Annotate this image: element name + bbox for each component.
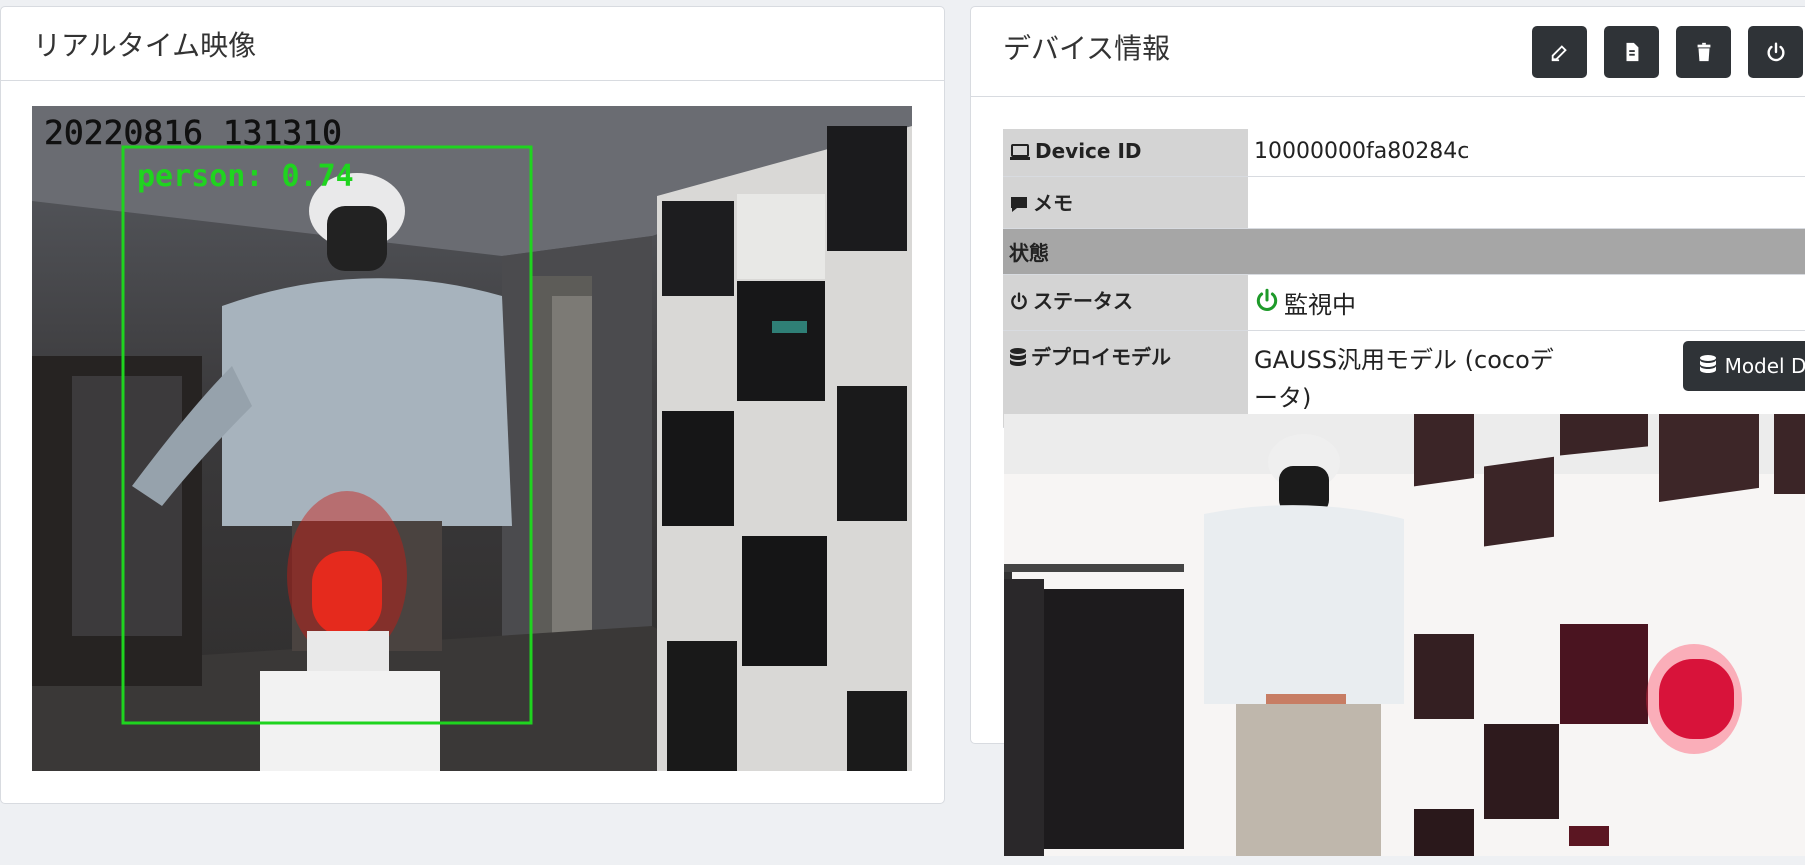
row-status: ステータス 監視中 — [1003, 274, 1805, 331]
header-actions — [1532, 26, 1803, 78]
detection-label: person: 0.74 — [137, 159, 354, 194]
realtime-video-feed: 20220816 131310 person: 0.74 — [32, 106, 912, 771]
model-label: デプロイモデル — [1031, 345, 1171, 369]
row-memo: メモ — [1003, 176, 1805, 229]
database-icon — [1009, 347, 1027, 372]
edit-icon — [1551, 45, 1567, 62]
status-value: 監視中 — [1284, 291, 1356, 319]
model-value: GAUSS汎用モデル (cocoデータ) — [1254, 346, 1554, 412]
video-timestamp: 20220816 131310 — [44, 113, 342, 152]
power-icon — [1766, 42, 1785, 62]
row-model: デプロイモデル GAUSS汎用モデル (cocoデータ) Model Deplo… — [1003, 330, 1805, 428]
status-label: ステータス — [1033, 289, 1133, 313]
trash-icon — [1697, 42, 1710, 62]
file-button[interactable] — [1604, 26, 1659, 78]
power-icon — [1009, 291, 1029, 316]
device-id-label: Device ID — [1035, 139, 1142, 163]
section-status-label: 状態 — [1003, 228, 1805, 275]
laptop-icon — [1009, 142, 1031, 166]
device-id-value: 10000000fa80284c — [1248, 129, 1805, 177]
comment-icon — [1009, 194, 1029, 218]
memo-label: メモ — [1033, 191, 1073, 215]
status-power-icon — [1254, 287, 1280, 319]
memo-value — [1248, 176, 1805, 229]
power-button[interactable] — [1748, 26, 1803, 78]
database-icon — [1699, 354, 1717, 379]
model-deploy-label: Model Deploy — [1724, 354, 1805, 378]
delete-button[interactable] — [1676, 26, 1731, 78]
section-status-header: 状態 — [1003, 228, 1805, 275]
model-deploy-button[interactable]: Model Deploy — [1682, 341, 1805, 391]
edit-button[interactable] — [1532, 26, 1587, 78]
device-info-table: Device ID 10000000fa80284c メモ 状態 ステータス 監… — [1003, 129, 1805, 428]
file-icon — [1626, 42, 1638, 62]
realtime-video-title: リアルタイム映像 — [1, 7, 944, 81]
row-device-id: Device ID 10000000fa80284c — [1003, 129, 1805, 177]
camera-preview-image — [1004, 414, 1805, 856]
